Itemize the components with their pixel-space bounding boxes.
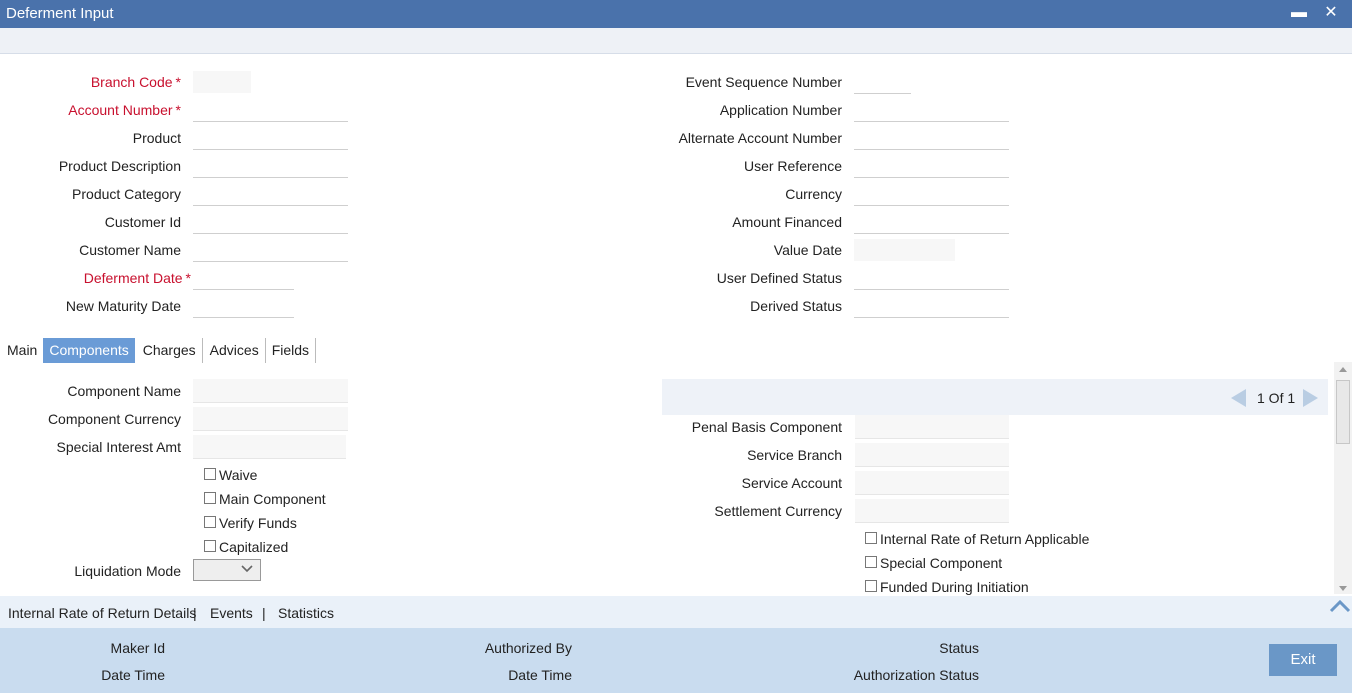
currency-input[interactable] bbox=[854, 182, 1009, 206]
alternate-account-number-input[interactable] bbox=[854, 126, 1009, 150]
product-category-input[interactable] bbox=[193, 182, 348, 206]
chevron-down-icon bbox=[240, 562, 254, 579]
window-title: Deferment Input bbox=[6, 5, 114, 22]
account-number-label: Account Number * bbox=[68, 102, 181, 118]
service-branch-label: Service Branch bbox=[747, 447, 842, 463]
special-component-checkbox[interactable] bbox=[865, 556, 877, 568]
customer-name-label: Customer Name bbox=[79, 242, 181, 258]
component-name-label: Component Name bbox=[67, 383, 181, 399]
toolbar bbox=[0, 28, 1352, 54]
pager-next-icon[interactable] bbox=[1299, 387, 1321, 412]
customer-name-input[interactable] bbox=[193, 238, 348, 262]
service-account-input[interactable] bbox=[855, 471, 1009, 495]
account-number-input[interactable] bbox=[193, 98, 348, 122]
settlement-currency-label: Settlement Currency bbox=[714, 503, 842, 519]
waive-checkbox[interactable] bbox=[204, 468, 216, 480]
special-interest-amt-input[interactable] bbox=[193, 435, 346, 459]
user-reference-label: User Reference bbox=[743, 158, 842, 174]
penal-basis-component-input[interactable] bbox=[855, 415, 1009, 439]
irr-applicable-checkbox[interactable] bbox=[865, 532, 877, 544]
user-reference-input[interactable] bbox=[854, 154, 1009, 178]
application-number-input[interactable] bbox=[854, 98, 1009, 122]
user-defined-status-label: User Defined Status bbox=[716, 270, 842, 286]
minimize-icon[interactable]: ▬ bbox=[1288, 2, 1310, 24]
product-description-label: Product Description bbox=[58, 158, 181, 174]
value-date-label: Value Date bbox=[773, 242, 842, 258]
special-component-label: Special Component bbox=[880, 555, 1003, 571]
component-currency-input[interactable] bbox=[193, 407, 348, 431]
scrollbar-thumb[interactable] bbox=[1336, 380, 1350, 444]
event-sequence-number-label: Event Sequence Number bbox=[685, 74, 842, 90]
deferment-date-input[interactable] bbox=[193, 266, 294, 290]
capitalized-label: Capitalized bbox=[219, 539, 289, 555]
audit-bar bbox=[0, 628, 1352, 693]
irr-details-link[interactable]: Internal Rate of Return Details bbox=[8, 605, 196, 621]
maker-id-label: Maker Id bbox=[110, 640, 165, 656]
special-interest-amt-label: Special Interest Amt bbox=[56, 439, 181, 455]
authorization-status-label: Authorization Status bbox=[853, 667, 979, 683]
derived-status-input[interactable] bbox=[854, 294, 1009, 318]
event-sequence-number-input[interactable] bbox=[854, 70, 911, 94]
amount-financed-label: Amount Financed bbox=[732, 214, 842, 230]
main-component-label: Main Component bbox=[219, 491, 326, 507]
component-name-input[interactable] bbox=[193, 379, 348, 403]
application-number-label: Application Number bbox=[719, 102, 842, 118]
irr-applicable-label: Internal Rate of Return Applicable bbox=[880, 531, 1090, 547]
settlement-currency-input[interactable] bbox=[855, 499, 1009, 523]
verify-funds-label: Verify Funds bbox=[219, 515, 297, 531]
authorized-by-label: Authorized By bbox=[484, 640, 572, 656]
status-label: Status bbox=[939, 640, 979, 656]
amount-financed-input[interactable] bbox=[854, 210, 1009, 234]
footer-links-bar bbox=[0, 596, 1352, 628]
footer-separator: | bbox=[262, 605, 266, 621]
scroll-down-icon[interactable] bbox=[1337, 581, 1349, 597]
liquidation-mode-label: Liquidation Mode bbox=[74, 563, 181, 579]
tab-main[interactable]: Main bbox=[4, 338, 43, 363]
product-description-input[interactable] bbox=[193, 154, 348, 178]
scroll-up-icon[interactable] bbox=[1337, 363, 1349, 379]
customer-id-label: Customer Id bbox=[104, 214, 181, 230]
liquidation-mode-select[interactable] bbox=[193, 559, 261, 581]
pager-prev-icon[interactable] bbox=[1228, 387, 1250, 412]
events-link[interactable]: Events bbox=[210, 605, 253, 621]
footer-separator: | bbox=[193, 605, 197, 621]
capitalized-checkbox[interactable] bbox=[204, 540, 216, 552]
tab-charges[interactable]: Charges bbox=[135, 338, 203, 363]
product-input[interactable] bbox=[193, 126, 348, 150]
component-currency-label: Component Currency bbox=[47, 411, 181, 427]
waive-label: Waive bbox=[219, 467, 258, 483]
value-date-input[interactable] bbox=[854, 239, 955, 261]
tab-components[interactable]: Components bbox=[43, 338, 135, 363]
funded-during-initiation-label: Funded During Initiation bbox=[880, 579, 1029, 595]
branch-code-label: Branch Code * bbox=[90, 74, 181, 90]
new-maturity-date-label: New Maturity Date bbox=[65, 298, 181, 314]
title-bar: Deferment Input ▬ ✕ bbox=[0, 0, 1352, 28]
main-component-checkbox[interactable] bbox=[204, 492, 216, 504]
service-branch-input[interactable] bbox=[855, 443, 1009, 467]
maker-date-time-label: Date Time bbox=[101, 667, 165, 683]
alternate-account-number-label: Alternate Account Number bbox=[678, 130, 842, 146]
penal-basis-component-label: Penal Basis Component bbox=[691, 419, 842, 435]
customer-id-input[interactable] bbox=[193, 210, 348, 234]
branch-code-input[interactable] bbox=[193, 71, 251, 93]
tab-advices[interactable]: Advices bbox=[203, 338, 266, 363]
new-maturity-date-input[interactable] bbox=[193, 294, 294, 318]
currency-label: Currency bbox=[785, 186, 842, 202]
checker-date-time-label: Date Time bbox=[508, 667, 572, 683]
exit-button[interactable]: Exit bbox=[1269, 644, 1337, 676]
funded-during-initiation-checkbox[interactable] bbox=[865, 580, 877, 592]
collapse-up-icon[interactable] bbox=[1328, 598, 1352, 616]
derived-status-label: Derived Status bbox=[750, 298, 842, 314]
statistics-link[interactable]: Statistics bbox=[278, 605, 334, 621]
user-defined-status-input[interactable] bbox=[854, 266, 1009, 290]
tab-bar: Main Components Charges Advices Fields bbox=[4, 338, 317, 363]
verify-funds-checkbox[interactable] bbox=[204, 516, 216, 528]
pager-text: 1 Of 1 bbox=[1257, 390, 1296, 406]
service-account-label: Service Account bbox=[741, 475, 842, 491]
product-label: Product bbox=[132, 130, 181, 146]
product-category-label: Product Category bbox=[72, 186, 181, 202]
deferment-date-label: Deferment Date * bbox=[83, 270, 191, 286]
tab-fields[interactable]: Fields bbox=[266, 338, 317, 363]
close-icon[interactable]: ✕ bbox=[1320, 2, 1342, 24]
